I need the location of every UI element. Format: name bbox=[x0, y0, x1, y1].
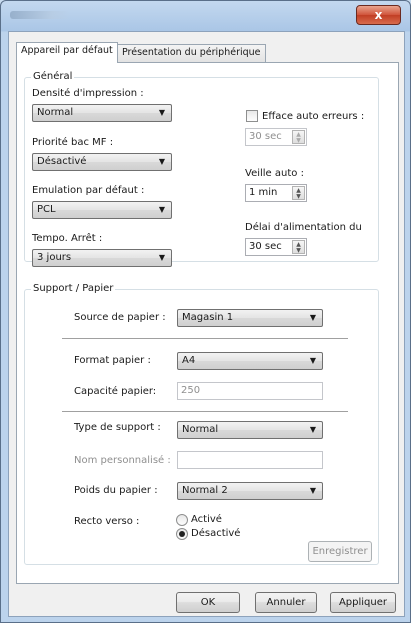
auto-error-checkbox[interactable] bbox=[246, 110, 258, 122]
apply-button-label: Appliquer bbox=[338, 597, 388, 608]
custom-name-field bbox=[177, 451, 323, 469]
density-select[interactable]: Normal ▼ bbox=[32, 104, 172, 122]
timer-label: Tempo. Arrêt : bbox=[32, 233, 103, 244]
separator bbox=[62, 338, 348, 339]
feed-delay-value: 30 sec bbox=[249, 241, 282, 252]
cancel-button-label: Annuler bbox=[266, 597, 306, 608]
chevron-down-icon: ▼ bbox=[158, 157, 165, 166]
duplex-on-radio[interactable] bbox=[176, 514, 188, 526]
ok-button[interactable]: OK bbox=[176, 592, 240, 613]
tab-label: Appareil par défaut bbox=[21, 45, 113, 56]
general-group: Général Densité d'impression : Normal ▼ … bbox=[24, 71, 379, 267]
paper-format-value: A4 bbox=[182, 355, 196, 366]
emulation-select[interactable]: PCL ▼ bbox=[32, 201, 172, 219]
density-label: Densité d'impression : bbox=[32, 88, 144, 99]
general-group-title: Général bbox=[31, 71, 75, 83]
paper-source-label: Source de papier : bbox=[74, 312, 166, 323]
mf-priority-value: Désactivé bbox=[37, 156, 87, 167]
chevron-down-icon: ▼ bbox=[158, 253, 165, 262]
tab-panel: Général Densité d'impression : Normal ▼ … bbox=[16, 62, 399, 584]
tab-default-device[interactable]: Appareil par défaut bbox=[16, 42, 118, 63]
sleep-spinner[interactable]: 1 min ▲ ▼ bbox=[245, 184, 307, 202]
paper-capacity-value: 250 bbox=[181, 385, 201, 396]
chevron-down-icon: ▼ bbox=[309, 356, 316, 365]
auto-error-value: 30 sec bbox=[249, 131, 282, 142]
spinner-buttons[interactable]: ▲ ▼ bbox=[292, 186, 305, 200]
auto-error-label: Efface auto erreurs : bbox=[262, 111, 365, 122]
support-paper-group: Support / Papier Source de papier : Maga… bbox=[24, 283, 379, 565]
emulation-label: Emulation par défaut : bbox=[32, 185, 145, 196]
chevron-down-icon: ▼ bbox=[158, 108, 165, 117]
duplex-on-label: Activé bbox=[191, 514, 222, 525]
title-bar[interactable]: x bbox=[1, 1, 410, 31]
spin-down-icon: ▼ bbox=[296, 247, 301, 254]
mf-priority-select[interactable]: Désactivé ▼ bbox=[32, 153, 172, 171]
separator bbox=[62, 411, 348, 412]
chevron-down-icon: ▼ bbox=[309, 486, 316, 495]
close-button[interactable]: x bbox=[356, 5, 401, 25]
chevron-down-icon: ▼ bbox=[309, 313, 316, 322]
close-icon: x bbox=[374, 8, 383, 22]
dialog-body: Appareil par défaut Présentation du péri… bbox=[8, 31, 405, 617]
tab-device-presentation[interactable]: Présentation du périphérique bbox=[117, 44, 266, 62]
spinner-buttons[interactable]: ▲ ▼ bbox=[292, 240, 305, 254]
paper-weight-value: Normal 2 bbox=[182, 485, 228, 496]
timer-value: 3 jours bbox=[37, 252, 72, 263]
auto-error-spinner: 30 sec ▲ ▼ bbox=[245, 128, 307, 146]
support-group-title: Support / Papier bbox=[31, 283, 116, 295]
spinner-buttons: ▲ ▼ bbox=[292, 130, 305, 144]
apply-button[interactable]: Appliquer bbox=[330, 592, 396, 613]
paper-source-value: Magasin 1 bbox=[182, 312, 234, 323]
chevron-down-icon: ▼ bbox=[158, 205, 165, 214]
duplex-label: Recto verso : bbox=[74, 516, 140, 527]
paper-capacity-field: 250 bbox=[177, 382, 323, 400]
window-title bbox=[10, 11, 70, 19]
custom-name-label: Nom personnalisé : bbox=[74, 455, 171, 466]
paper-weight-select[interactable]: Normal 2 ▼ bbox=[177, 482, 323, 500]
duplex-off-radio[interactable] bbox=[176, 528, 188, 540]
cancel-button[interactable]: Annuler bbox=[255, 592, 317, 613]
duplex-off-label: Désactivé bbox=[191, 528, 241, 539]
timer-select[interactable]: 3 jours ▼ bbox=[32, 249, 172, 267]
tab-label: Présentation du périphérique bbox=[122, 47, 261, 58]
sleep-value: 1 min bbox=[249, 187, 278, 198]
feed-delay-spinner[interactable]: 30 sec ▲ ▼ bbox=[245, 238, 307, 256]
media-type-select[interactable]: Normal ▼ bbox=[177, 421, 323, 439]
paper-weight-label: Poids du papier : bbox=[74, 485, 158, 496]
mf-priority-label: Priorité bac MF : bbox=[32, 137, 114, 148]
media-type-value: Normal bbox=[182, 424, 219, 435]
save-button: Enregistrer bbox=[308, 541, 372, 562]
paper-source-select[interactable]: Magasin 1 ▼ bbox=[177, 309, 323, 327]
printer-settings-window: x Appareil par défaut Présentation du pé… bbox=[0, 0, 411, 623]
paper-format-label: Format papier : bbox=[74, 355, 151, 366]
spin-down-icon: ▼ bbox=[296, 193, 301, 200]
sleep-label: Veille auto : bbox=[245, 168, 304, 179]
feed-delay-label: Délai d'alimentation du bbox=[245, 222, 362, 233]
paper-capacity-label: Capacité papier: bbox=[74, 386, 157, 397]
media-type-label: Type de support : bbox=[74, 422, 161, 433]
emulation-value: PCL bbox=[37, 204, 56, 215]
spin-down-icon: ▼ bbox=[296, 137, 301, 144]
paper-format-select[interactable]: A4 ▼ bbox=[177, 352, 323, 370]
save-button-label: Enregistrer bbox=[312, 546, 368, 557]
ok-button-label: OK bbox=[200, 597, 216, 608]
chevron-down-icon: ▼ bbox=[309, 425, 316, 434]
density-value: Normal bbox=[37, 107, 74, 118]
